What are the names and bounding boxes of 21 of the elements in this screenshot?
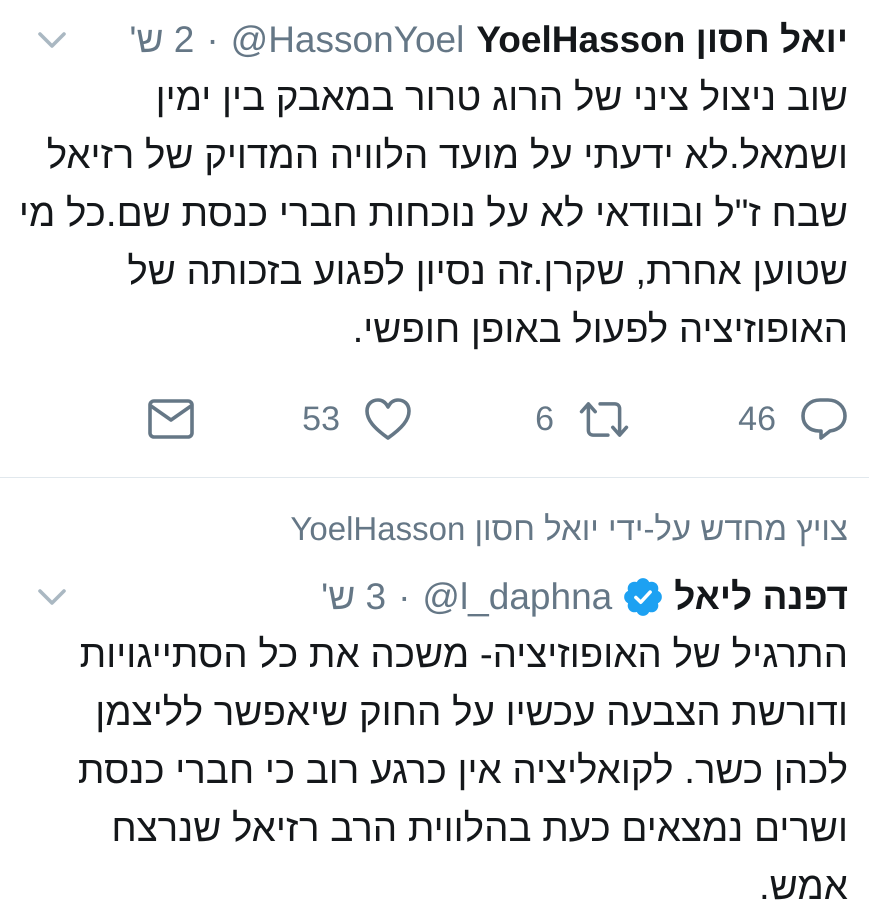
- reply-button[interactable]: 46: [738, 395, 848, 443]
- speech-bubble-icon: [800, 397, 848, 441]
- author-name[interactable]: דפנה ליאל: [674, 576, 848, 618]
- chevron-down-icon: [37, 31, 67, 49]
- timestamp[interactable]: 3 ש': [321, 576, 386, 618]
- tweet-text: התרגיל של האופוזיציה- משכה את כל הסתייגויות ודורשת הצבעה עכשיו על החוק שיאפשר לליצמן לכהן כשר. לקואליציה אין כרגע רוב כי חברי כנסת ושרים נמצאים כעת בהלווית הרב רזיאל שנרצח אמש.: [76, 632, 848, 910]
- tweet-text: שוב ניצול ציני של הרוג טרור במאבק בין ימין ושמאל.לא ידעתי על מועד הלוויה המדויק של רזיאל שבח ז"ל ובוודאי לא על נוכחות חברי כנסת שם.כל מי שטוען אחרת, שקרן.זה נסיון לפגוע בזכותה של האופוזיציה לפעול באופן חופשי.: [18, 75, 848, 353]
- timestamp[interactable]: 2 ש': [129, 19, 194, 61]
- author-handle[interactable]: @HassonYoel: [230, 19, 464, 61]
- separator-dot: ·: [206, 19, 219, 61]
- like-button[interactable]: 53: [302, 395, 412, 443]
- heart-icon: [364, 397, 412, 441]
- chevron-down-icon: [37, 588, 67, 606]
- author-name[interactable]: יואל חסון YoelHasson: [476, 19, 848, 61]
- menu-button[interactable]: [37, 31, 67, 49]
- retweet-button[interactable]: 6: [535, 395, 630, 443]
- retweeted-by-text[interactable]: צויץ מחדש על-ידי יואל חסון YoelHasson: [18, 508, 848, 550]
- envelope-icon: [148, 399, 194, 439]
- author-handle[interactable]: @l_daphna: [422, 576, 612, 618]
- separator-dot: ·: [398, 576, 410, 618]
- menu-button[interactable]: [37, 588, 67, 606]
